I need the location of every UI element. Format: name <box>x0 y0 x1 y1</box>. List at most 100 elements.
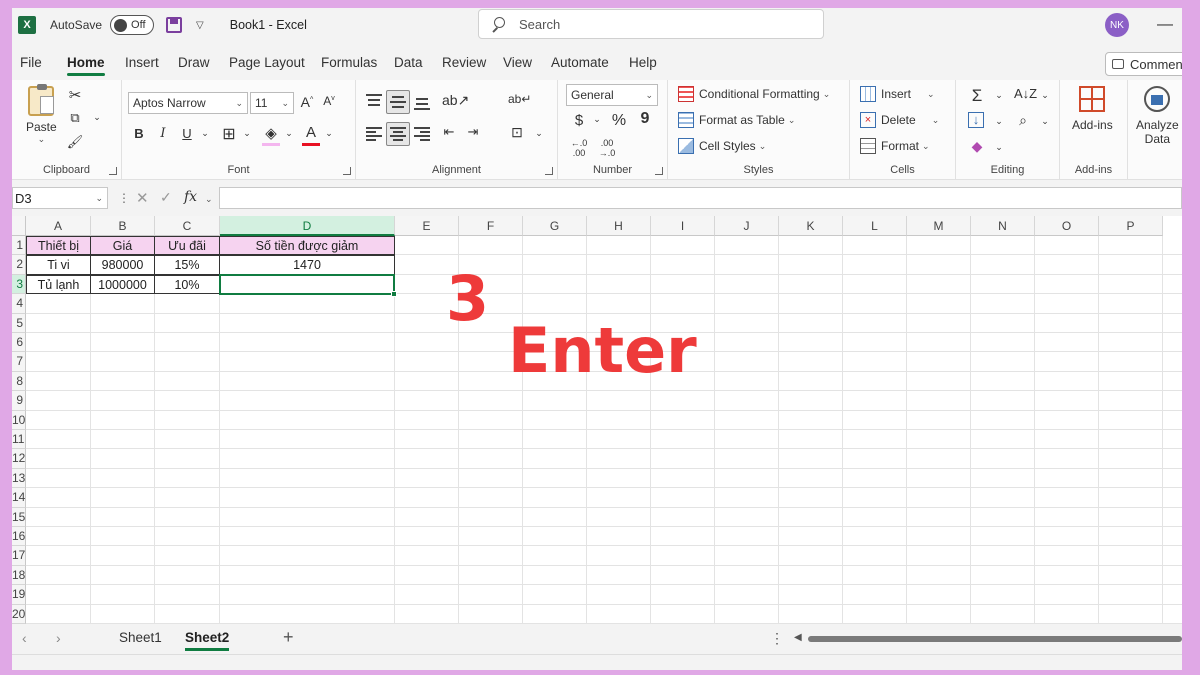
format-as-table-button[interactable]: Format as Table ⌄ <box>678 112 795 128</box>
tab-draw[interactable]: Draw <box>178 55 210 70</box>
chevron-down-icon[interactable]: ⌄ <box>205 194 213 205</box>
spreadsheet-grid[interactable]: ABCDEFGHIJKLMNOP 1 2 3 4 5 6 7 8 9 10 11 12 13 14 15 16… <box>12 216 1182 624</box>
row-header-5[interactable]: 5 <box>12 313 26 333</box>
cell-d2[interactable]: 1470 <box>219 255 395 275</box>
row-header-13[interactable]: 13 <box>12 468 26 489</box>
number-launcher-icon[interactable] <box>655 167 663 175</box>
row-header-1[interactable]: 1 <box>12 236 26 256</box>
cancel-icon[interactable]: ✕ <box>136 189 149 207</box>
font-launcher-icon[interactable] <box>343 167 351 175</box>
row-header-7[interactable]: 7 <box>12 352 26 372</box>
more-options-icon[interactable]: ⋮ <box>770 630 784 647</box>
cell-c3[interactable]: 10% <box>154 274 220 295</box>
tab-review[interactable]: Review <box>442 55 486 70</box>
copy-chevron-icon[interactable]: ⌄ <box>88 112 106 123</box>
autosum-icon[interactable]: Σ <box>968 86 986 106</box>
row-header-17[interactable]: 17 <box>12 546 26 566</box>
cut-icon[interactable]: ✂ <box>66 86 84 104</box>
top-align-icon[interactable] <box>366 94 382 110</box>
row-header-12[interactable]: 12 <box>12 449 26 469</box>
add-sheet-button[interactable]: + <box>283 627 294 648</box>
fill-color-chevron-icon[interactable]: ⌄ <box>280 128 298 139</box>
column-header-l[interactable]: L <box>843 216 907 236</box>
scroll-left-icon[interactable]: ◀ <box>794 632 802 643</box>
row-header-6[interactable]: 6 <box>12 333 26 353</box>
font-color-icon[interactable]: A <box>302 124 320 146</box>
formula-bar-grip-icon[interactable]: ⋮ <box>118 191 130 205</box>
analyze-data-button[interactable]: Analyze Data <box>1136 86 1179 146</box>
row-header-3[interactable]: 3 <box>12 274 26 295</box>
row-header-18[interactable]: 18 <box>12 565 26 586</box>
bold-button[interactable]: B <box>130 126 148 141</box>
merge-center-icon[interactable]: ⊡ <box>508 124 526 141</box>
row-header-10[interactable]: 10 <box>12 410 26 430</box>
align-right-icon[interactable] <box>414 126 430 142</box>
find-select-icon[interactable]: ⌕ <box>1014 112 1032 129</box>
column-header-k[interactable]: K <box>779 216 843 236</box>
column-header-j[interactable]: J <box>715 216 779 236</box>
number-format-select[interactable]: General ⌄ <box>566 84 658 106</box>
fill-color-icon[interactable]: ◈ <box>262 124 280 146</box>
middle-align-icon[interactable] <box>390 94 406 110</box>
font-color-chevron-icon[interactable]: ⌄ <box>320 128 338 139</box>
column-header-d[interactable]: D <box>220 216 395 236</box>
tab-help[interactable]: Help <box>629 55 657 70</box>
row-header-9[interactable]: 9 <box>12 391 26 411</box>
align-left-icon[interactable] <box>366 126 382 142</box>
row-header-4[interactable]: 4 <box>12 294 26 314</box>
row-header-2[interactable]: 2 <box>12 255 26 275</box>
avatar[interactable]: NK <box>1105 13 1129 37</box>
column-header-g[interactable]: G <box>523 216 587 236</box>
row-header-19[interactable]: 19 <box>12 585 26 605</box>
formula-input[interactable] <box>219 187 1182 209</box>
bottom-align-icon[interactable] <box>414 94 430 110</box>
clear-icon[interactable]: ◆ <box>968 138 986 155</box>
tab-insert[interactable]: Insert <box>125 55 159 70</box>
column-header-o[interactable]: O <box>1035 216 1099 236</box>
row-header-16[interactable]: 16 <box>12 527 26 547</box>
select-all-corner[interactable] <box>12 216 26 236</box>
column-header-c[interactable]: C <box>155 216 220 236</box>
name-box[interactable]: D3 ⌄ <box>12 187 108 209</box>
column-header-a[interactable]: A <box>26 216 91 236</box>
cell-b3[interactable]: 1000000 <box>90 274 155 295</box>
insert-cells-button[interactable]: Insert ⌄ <box>860 86 935 102</box>
minimize-button[interactable]: — <box>1157 16 1173 34</box>
enter-icon[interactable]: ✓ <box>160 189 172 206</box>
cell-b1[interactable]: Giá <box>90 236 155 256</box>
scrollbar-thumb[interactable] <box>808 636 1182 642</box>
conditional-formatting-button[interactable]: Conditional Formatting ⌄ <box>678 86 830 102</box>
tab-formulas[interactable]: Formulas <box>321 55 377 70</box>
chevron-left-icon[interactable]: ‹ <box>22 630 27 646</box>
column-header-n[interactable]: N <box>971 216 1035 236</box>
orientation-icon[interactable]: ab↗ <box>442 92 469 109</box>
autosave-toggle[interactable]: Off <box>110 15 155 35</box>
decrease-font-icon[interactable]: Av <box>320 94 338 108</box>
column-header-m[interactable]: M <box>907 216 971 236</box>
column-header-p[interactable]: P <box>1099 216 1163 236</box>
currency-icon[interactable]: $ <box>570 112 588 129</box>
cell-a2[interactable]: Ti vi <box>26 255 91 275</box>
save-icon[interactable] <box>166 17 183 33</box>
column-header-f[interactable]: F <box>459 216 523 236</box>
cell-b2[interactable]: 980000 <box>90 255 155 275</box>
comments-button[interactable]: Comments <box>1105 52 1182 76</box>
sort-filter-icon[interactable]: A↓Z <box>1014 86 1037 101</box>
fill-chevron-icon[interactable]: ⌄ <box>990 116 1008 127</box>
fill-icon[interactable]: ↓ <box>968 112 984 128</box>
copy-icon[interactable]: ⧉ <box>66 110 84 126</box>
currency-chevron-icon[interactable]: ⌄ <box>588 114 606 125</box>
delete-cells-button[interactable]: × Delete ⌄ <box>860 112 939 128</box>
sheet-tab-sheet1[interactable]: Sheet1 <box>119 630 162 645</box>
paste-button[interactable]: Paste ⌄ <box>26 84 57 145</box>
cell-a3[interactable]: Tủ lạnh <box>26 274 91 295</box>
insert-function-button[interactable]: fx <box>184 189 197 205</box>
borders-icon[interactable]: ⊞ <box>220 124 238 144</box>
increase-font-icon[interactable]: A^ <box>298 94 316 110</box>
horizontal-scrollbar[interactable]: ◀ <box>794 632 1182 644</box>
percent-icon[interactable]: % <box>610 112 628 130</box>
tab-page-layout[interactable]: Page Layout <box>229 55 305 70</box>
column-header-i[interactable]: I <box>651 216 715 236</box>
sort-filter-chevron-icon[interactable]: ⌄ <box>1036 90 1054 101</box>
sheet-tab-sheet2[interactable]: Sheet2 <box>185 630 230 651</box>
